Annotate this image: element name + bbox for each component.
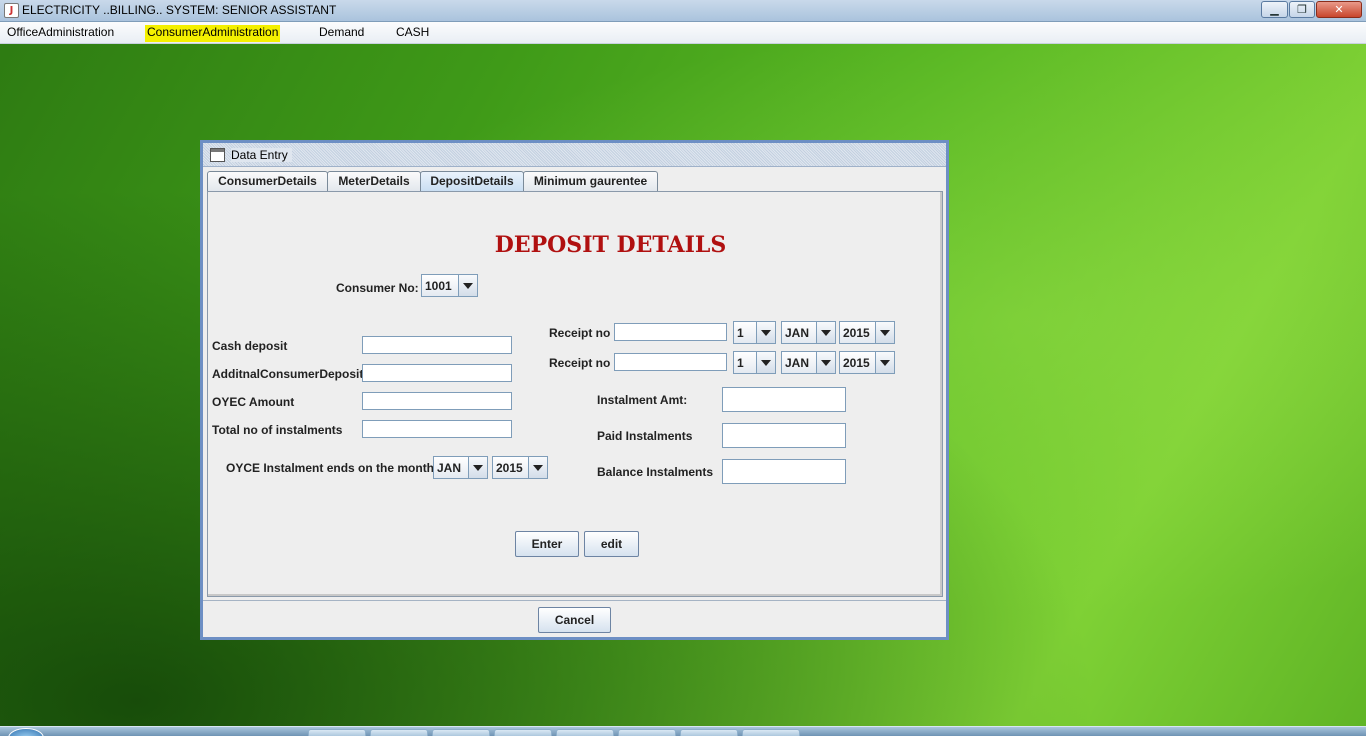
total-instalments-field[interactable] xyxy=(362,420,512,438)
app-title-bar: J ELECTRICITY ..BILLING.. SYSTEM: SENIOR… xyxy=(0,0,1366,22)
balance-instalments-field[interactable] xyxy=(722,459,846,484)
receipt-month-select-2[interactable]: JAN xyxy=(781,351,836,374)
consumer-no-label: Consumer No: xyxy=(336,281,419,295)
receipt-year-value-2: 2015 xyxy=(843,356,870,370)
receipt-no-label-2: Receipt no xyxy=(549,356,611,370)
taskbar-item[interactable] xyxy=(308,729,366,736)
cancel-button[interactable]: Cancel xyxy=(538,607,611,633)
chevron-down-icon[interactable] xyxy=(875,322,894,343)
consumer-no-value: 1001 xyxy=(425,279,452,293)
cash-deposit-label: Cash deposit xyxy=(212,339,288,353)
taskbar-item[interactable] xyxy=(494,729,552,736)
tab-consumer-details[interactable]: ConsumerDetails xyxy=(207,171,328,192)
chevron-down-icon[interactable] xyxy=(816,352,835,373)
enter-button[interactable]: Enter xyxy=(515,531,579,557)
tab-deposit-details[interactable]: DepositDetails xyxy=(420,171,524,192)
menu-cash[interactable]: CASH xyxy=(394,25,431,42)
receipt-no-field-1[interactable] xyxy=(614,323,727,341)
taskbar-item[interactable] xyxy=(370,729,428,736)
start-button[interactable] xyxy=(8,728,44,736)
chevron-down-icon[interactable] xyxy=(756,352,775,373)
dialog-title-bar[interactable]: Data Entry xyxy=(203,143,946,167)
java-app-icon: J xyxy=(4,3,19,18)
chevron-down-icon[interactable] xyxy=(468,457,487,478)
oyec-amount-label: OYEC Amount xyxy=(212,395,295,409)
window-icon xyxy=(210,148,225,162)
receipt-month-value-2: JAN xyxy=(785,356,810,370)
instalment-end-month-value: JAN xyxy=(437,461,462,475)
receipt-year-value-1: 2015 xyxy=(843,326,870,340)
minimize-button[interactable]: ▁ xyxy=(1261,1,1288,18)
chevron-down-icon[interactable] xyxy=(756,322,775,343)
close-button[interactable]: ✕ xyxy=(1316,1,1362,18)
receipt-month-select-1[interactable]: JAN xyxy=(781,321,836,344)
additional-deposit-field[interactable] xyxy=(362,364,512,382)
receipt-year-select-2[interactable]: 2015 xyxy=(839,351,895,374)
taskbar xyxy=(0,726,1366,736)
instalment-end-year-select[interactable]: 2015 xyxy=(492,456,548,479)
chevron-down-icon[interactable] xyxy=(458,275,477,296)
cash-deposit-field[interactable] xyxy=(362,336,512,354)
receipt-no-field-2[interactable] xyxy=(614,353,727,371)
instalment-end-month-select[interactable]: JAN xyxy=(433,456,488,479)
taskbar-item[interactable] xyxy=(618,729,676,736)
instalment-amt-field[interactable] xyxy=(722,387,846,412)
additional-deposit-label: AdditnalConsumerDeposit xyxy=(212,367,364,381)
tab-meter-details[interactable]: MeterDetails xyxy=(327,171,421,192)
paid-instalments-label: Paid Instalments xyxy=(597,429,693,443)
menu-consumer-administration[interactable]: ConsumerAdministration xyxy=(145,25,281,42)
taskbar-item[interactable] xyxy=(680,729,738,736)
maximize-button[interactable]: ❐ xyxy=(1289,1,1315,18)
paid-instalments-field[interactable] xyxy=(722,423,846,448)
receipt-month-value-1: JAN xyxy=(785,326,810,340)
menu-office-administration[interactable]: OfficeAdministration xyxy=(5,25,116,42)
chevron-down-icon[interactable] xyxy=(816,322,835,343)
chevron-down-icon[interactable] xyxy=(875,352,894,373)
page-title: DEPOSIT DETAILS xyxy=(494,232,727,258)
receipt-day-select-1[interactable]: 1 xyxy=(733,321,776,344)
dialog-button-bar: Cancel xyxy=(203,600,946,637)
instalment-amt-label: Instalment Amt: xyxy=(597,393,688,407)
tab-minimum-guarantee[interactable]: Minimum gaurentee xyxy=(523,171,658,192)
receipt-day-value-2: 1 xyxy=(737,356,744,370)
app-title: ELECTRICITY ..BILLING.. SYSTEM: SENIOR A… xyxy=(22,3,337,17)
instalment-end-year-value: 2015 xyxy=(496,461,523,475)
consumer-no-select[interactable]: 1001 xyxy=(421,274,478,297)
chevron-down-icon[interactable] xyxy=(528,457,547,478)
taskbar-item[interactable] xyxy=(556,729,614,736)
total-instalments-label: Total no of instalments xyxy=(212,423,343,437)
data-entry-dialog: Data Entry ConsumerDetails MeterDetails … xyxy=(200,140,949,640)
receipt-year-select-1[interactable]: 2015 xyxy=(839,321,895,344)
taskbar-item[interactable] xyxy=(432,729,490,736)
instalment-end-label: OYCE Instalment ends on the month xyxy=(226,461,435,475)
oyec-amount-field[interactable] xyxy=(362,392,512,410)
receipt-day-select-2[interactable]: 1 xyxy=(733,351,776,374)
balance-instalments-label: Balance Instalments xyxy=(597,465,714,479)
taskbar-item[interactable] xyxy=(742,729,800,736)
menu-bar: OfficeAdministration ConsumerAdministrat… xyxy=(0,22,1366,44)
menu-demand[interactable]: Demand xyxy=(317,25,366,42)
edit-button[interactable]: edit xyxy=(584,531,639,557)
receipt-day-value-1: 1 xyxy=(737,326,744,340)
receipt-no-label-1: Receipt no xyxy=(549,326,611,340)
dialog-title: Data Entry xyxy=(231,148,292,162)
